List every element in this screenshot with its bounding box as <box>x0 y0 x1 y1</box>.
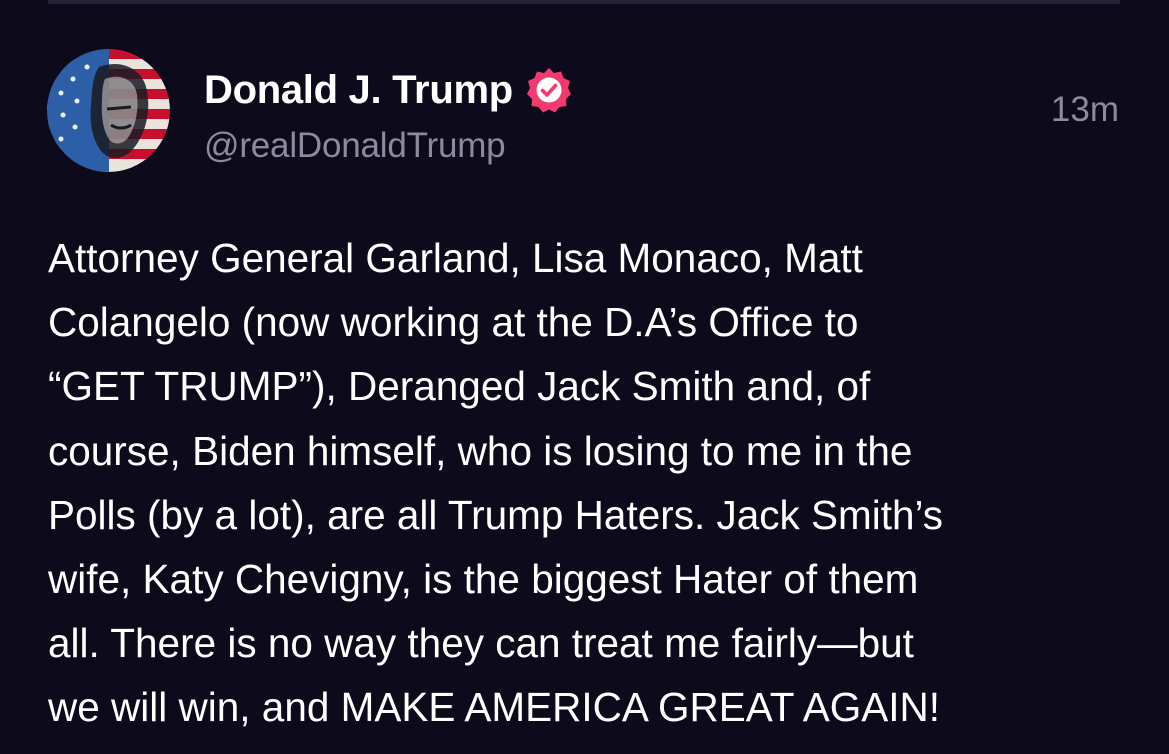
post-body-line: all. There is no way they can treat me f… <box>48 620 914 667</box>
post-timestamp[interactable]: 13m <box>1051 90 1119 130</box>
post-body-line: wife, Katy Chevigny, is the biggest Hate… <box>48 556 919 603</box>
post-card[interactable]: Donald J. Trump @realDonaldTrump 13m Att… <box>0 0 1169 754</box>
post-author: Donald J. Trump @realDonaldTrump <box>204 62 573 166</box>
avatar-image <box>47 49 170 172</box>
post-body-line: Polls (by a lot), are all Trump Haters. … <box>48 491 944 538</box>
post-body-line: “GET TRUMP”), Deranged Jack Smith and, o… <box>48 363 871 410</box>
post-body-line: Colangelo (now working at the D.A’s Offi… <box>48 299 859 346</box>
post-body: Attorney General Garland, Lisa Monaco, M… <box>48 226 1123 740</box>
display-name[interactable]: Donald J. Trump <box>204 68 513 113</box>
post-body-line: we will win, and MAKE AMERICA GREAT AGAI… <box>48 684 941 731</box>
post-body-line: course, Biden himself, who is losing to … <box>48 427 913 474</box>
name-row: Donald J. Trump <box>204 62 573 118</box>
avatar[interactable] <box>47 49 170 172</box>
user-handle[interactable]: @realDonaldTrump <box>204 126 573 166</box>
verified-badge-icon <box>525 66 573 114</box>
post-body-line: Attorney General Garland, Lisa Monaco, M… <box>48 235 863 281</box>
